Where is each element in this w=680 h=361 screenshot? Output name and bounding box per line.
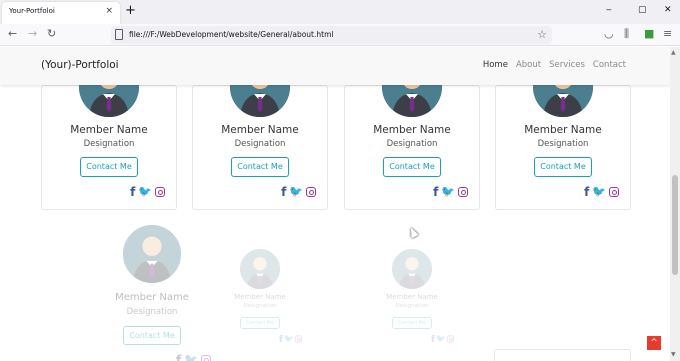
member-designation: Designation	[126, 307, 178, 317]
scroll-to-top-button[interactable]: ^	[647, 336, 661, 350]
page-viewport: (Your)-Portfoloi Home About Services Con…	[0, 47, 670, 361]
maximize-button[interactable]: ▢	[638, 5, 647, 15]
member-designation: Designation	[234, 139, 286, 149]
nav-contact[interactable]: Contact	[593, 60, 626, 70]
twitter-icon[interactable]: 🐦	[138, 186, 152, 198]
member-name: Member Name	[386, 293, 438, 301]
browser-tab[interactable]: Your-Portfoloi ×	[2, 2, 120, 24]
team-card: Member Name Designation Contact Me f 🐦	[495, 57, 631, 210]
member-name: Member Name	[373, 124, 451, 136]
partial-card	[494, 349, 631, 361]
site-brand[interactable]: (Your)-Portfoloi	[41, 59, 119, 71]
browser-tab-bar: Your-Portfoloi × + ‒ ▢ ✕	[0, 0, 680, 24]
minimize-button[interactable]: ‒	[606, 5, 612, 15]
member-name: Member Name	[234, 293, 286, 301]
contact-me-button[interactable]: Contact Me	[392, 317, 432, 329]
contact-me-button[interactable]: Contact Me	[80, 157, 138, 177]
site-header: (Your)-Portfoloi Home About Services Con…	[0, 47, 670, 85]
bookmark-star-icon[interactable]: ☆	[537, 28, 547, 41]
person-avatar-icon	[123, 225, 181, 283]
member-name: Member Name	[115, 292, 189, 303]
instagram-icon[interactable]	[294, 335, 302, 343]
member-designation: Designation	[243, 303, 277, 309]
contact-me-button[interactable]: Contact Me	[123, 326, 181, 345]
team-card: Member Name Designation Contact Me f 🐦	[344, 57, 480, 210]
member-designation: Designation	[395, 303, 429, 309]
pocket-icon[interactable]: ◡	[604, 27, 614, 41]
social-links: f 🐦	[176, 354, 211, 361]
nav-home[interactable]: Home	[483, 60, 508, 70]
tab-title: Your-Portfoloi	[9, 7, 55, 15]
twitter-icon[interactable]: 🐦	[436, 334, 446, 343]
team-card-fading: Member Name Designation Contact Me f 🐦	[92, 225, 212, 361]
twitter-icon[interactable]: 🐦	[284, 334, 294, 343]
facebook-icon[interactable]: f	[584, 186, 589, 198]
instagram-icon[interactable]	[200, 355, 211, 361]
nav-services[interactable]: Services	[549, 60, 585, 70]
page-icon	[115, 29, 123, 40]
social-links: f 🐦	[281, 186, 316, 198]
social-links: f 🐦	[279, 334, 302, 343]
avatar	[240, 249, 280, 289]
facebook-icon[interactable]: f	[431, 335, 435, 343]
browser-toolbar: ← → ↻ file:///F:/WebDevelopment/website/…	[0, 24, 680, 46]
member-name: Member Name	[524, 124, 602, 136]
member-name: Member Name	[70, 124, 148, 136]
contact-me-button[interactable]: Contact Me	[383, 157, 441, 177]
social-links: f 🐦	[433, 186, 468, 198]
menu-icon[interactable]: ≡	[663, 27, 672, 41]
twitter-icon[interactable]: 🐦	[441, 186, 455, 198]
library-icon[interactable]: ⫼	[624, 27, 629, 41]
social-links: f 🐦	[130, 186, 165, 198]
facebook-icon[interactable]: f	[281, 186, 286, 198]
tab-close-icon[interactable]: ×	[105, 6, 113, 16]
forward-icon[interactable]: →	[28, 27, 37, 41]
new-tab-button[interactable]: +	[125, 4, 136, 18]
instagram-icon[interactable]	[446, 335, 454, 343]
social-links: f 🐦	[431, 334, 454, 343]
back-icon[interactable]: ←	[8, 27, 17, 41]
extension-icon[interactable]: ■	[644, 27, 654, 41]
scroll-thumb[interactable]	[672, 175, 678, 275]
close-window-button[interactable]: ✕	[664, 5, 672, 15]
page-scrollbar[interactable]: ▲ ▼	[670, 47, 680, 361]
twitter-icon[interactable]: 🐦	[184, 354, 198, 361]
team-card-fading: Member Name Designation Contact Me f 🐦	[220, 249, 302, 343]
mouse-cursor-icon	[407, 225, 419, 239]
instagram-icon[interactable]	[609, 187, 619, 197]
nav-about[interactable]: About	[516, 60, 541, 70]
url-text[interactable]: file:///F:/WebDevelopment/website/Genera…	[129, 30, 333, 39]
facebook-icon[interactable]: f	[433, 186, 438, 198]
team-card-fading: Member Name Designation Contact Me f 🐦	[372, 249, 454, 343]
member-designation: Designation	[83, 139, 135, 149]
twitter-icon[interactable]: 🐦	[289, 186, 303, 198]
member-designation: Designation	[537, 139, 589, 149]
avatar	[123, 225, 181, 283]
twitter-icon[interactable]: 🐦	[592, 186, 606, 198]
member-designation: Designation	[386, 139, 438, 149]
url-bar[interactable]: file:///F:/WebDevelopment/website/Genera…	[111, 26, 552, 44]
scroll-up-icon[interactable]: ▲	[671, 49, 676, 56]
team-card: Member Name Designation Contact Me f 🐦	[41, 57, 177, 210]
member-name: Member Name	[221, 124, 299, 136]
facebook-icon[interactable]: f	[279, 335, 283, 343]
avatar	[392, 249, 432, 289]
scroll-down-icon[interactable]: ▼	[671, 351, 676, 358]
reload-icon[interactable]: ↻	[47, 27, 56, 41]
site-nav: Home About Services Contact	[483, 60, 626, 70]
instagram-icon[interactable]	[458, 187, 468, 197]
person-avatar-icon	[240, 249, 280, 289]
person-avatar-icon	[392, 249, 432, 289]
facebook-icon[interactable]: f	[176, 354, 181, 361]
instagram-icon[interactable]	[306, 187, 316, 197]
contact-me-button[interactable]: Contact Me	[240, 317, 280, 329]
contact-me-button[interactable]: Contact Me	[534, 157, 592, 177]
team-card: Member Name Designation Contact Me f 🐦	[192, 57, 328, 210]
instagram-icon[interactable]	[155, 187, 165, 197]
contact-me-button[interactable]: Contact Me	[231, 157, 289, 177]
social-links: f 🐦	[584, 186, 619, 198]
facebook-icon[interactable]: f	[130, 186, 135, 198]
